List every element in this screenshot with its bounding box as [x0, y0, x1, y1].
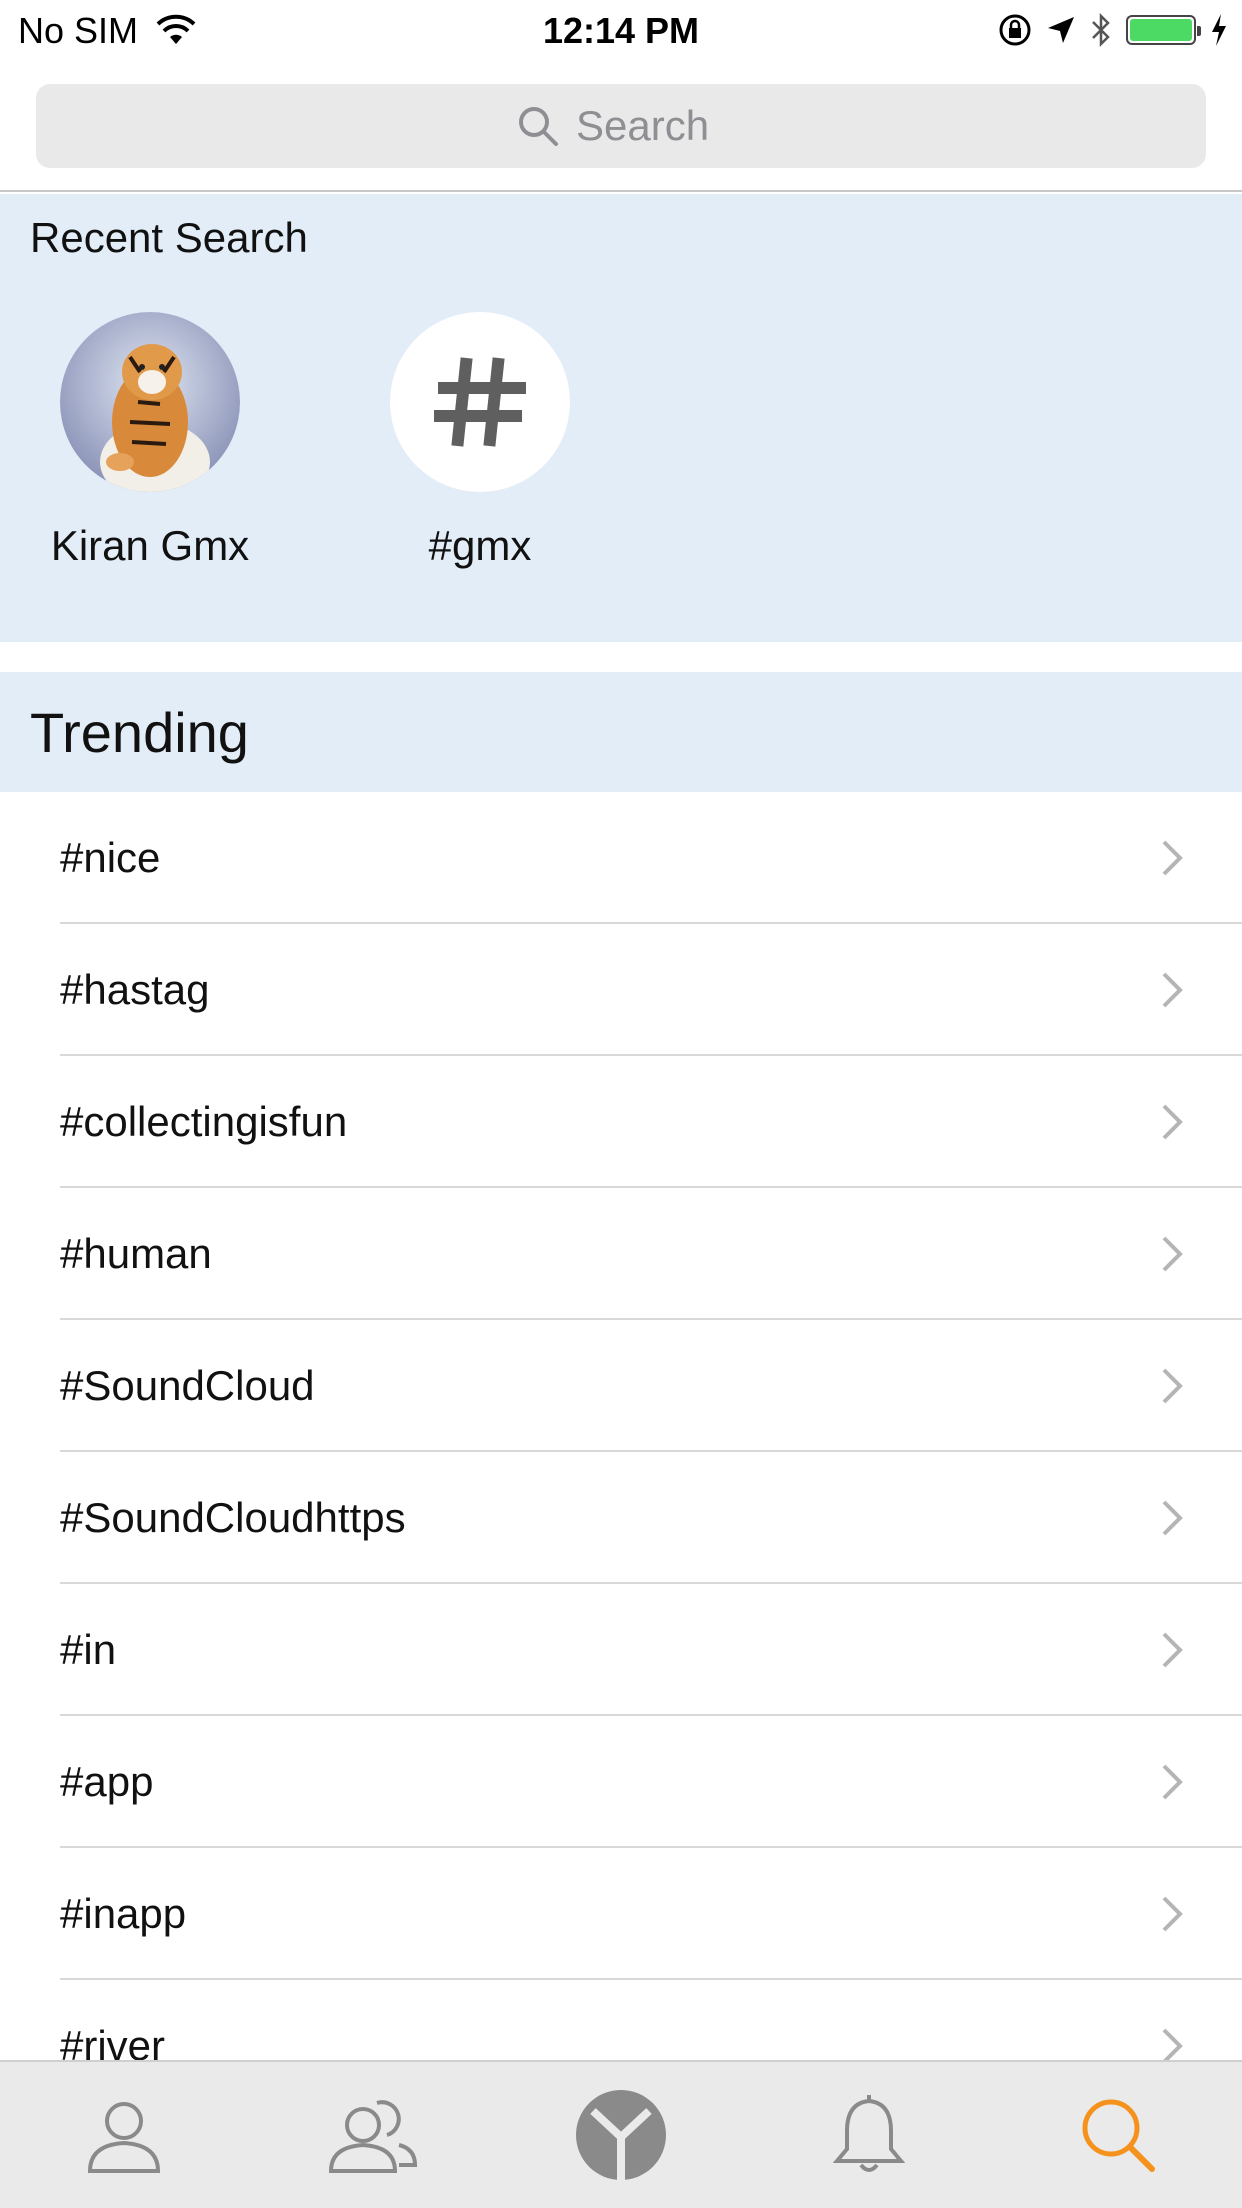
tab-profile[interactable] [0, 2062, 248, 2208]
search-icon [519, 107, 558, 146]
trending-row[interactable]: #app [0, 1716, 1242, 1848]
chevron-right-icon [1162, 840, 1183, 876]
status-bar: No SIM 12:14 PM [0, 0, 1242, 62]
charging-bolt-icon [1212, 14, 1226, 46]
trending-hashtag-label: #SoundCloudhttps [60, 1494, 406, 1541]
trending-list: #nice #hastag #collectingisfun #human #Sound… [0, 792, 1242, 2060]
chevron-right-icon [1162, 1368, 1183, 1404]
chevron-right-icon [1162, 1500, 1183, 1536]
tab-bar [0, 2060, 1242, 2208]
location-arrow-icon [1048, 17, 1074, 43]
chevron-right-icon [1162, 972, 1183, 1008]
recent-search-section: Recent Search Kiran Gmx #gmx [0, 194, 1242, 642]
search-bar [0, 62, 1242, 192]
tab-search[interactable] [994, 2062, 1242, 2208]
friends-icon [328, 2100, 417, 2173]
trending-row[interactable]: #collectingisfun [0, 1056, 1242, 1188]
recent-item-label: Kiran Gmx [50, 522, 250, 569]
trending-hashtag-label: #SoundCloud [60, 1362, 315, 1409]
trending-row[interactable]: #SoundCloud [0, 1320, 1242, 1452]
chevron-right-icon [1162, 1104, 1183, 1140]
trending-row[interactable]: #nice [0, 792, 1242, 924]
battery-icon [1126, 15, 1201, 45]
trending-hashtag-label: #inapp [60, 1890, 187, 1937]
chevron-right-icon [1162, 2028, 1183, 2060]
tab-home[interactable] [497, 2062, 745, 2208]
home-logo-icon [575, 2090, 666, 2181]
chevron-right-icon [1162, 1632, 1183, 1668]
tab-friends[interactable] [248, 2062, 496, 2208]
hashtag-icon [434, 357, 526, 447]
chevron-right-icon [1162, 1896, 1183, 1932]
trending-hashtag-label: #hastag [60, 966, 210, 1013]
avatar [60, 312, 240, 492]
recent-item-label: #gmx [428, 522, 532, 569]
trending-row[interactable]: #in [0, 1584, 1242, 1716]
bluetooth-icon [1092, 12, 1110, 48]
trending-hashtag-label: #app [60, 1758, 154, 1805]
notifications-bell-icon [833, 2095, 906, 2172]
trending-hashtag-label: #river [60, 2022, 166, 2060]
trending-row[interactable]: #human [0, 1188, 1242, 1320]
recent-search-title: Recent Search [30, 214, 308, 261]
recent-item-hashtag[interactable]: #gmx [360, 312, 600, 570]
trending-hashtag-label: #in [60, 1626, 117, 1673]
chevron-right-icon [1162, 1764, 1183, 1800]
trending-row[interactable]: #SoundCloudhttps [0, 1452, 1242, 1584]
tab-notifications[interactable] [745, 2062, 993, 2208]
profile-icon [88, 2102, 161, 2173]
trending-row[interactable]: #river [0, 1980, 1242, 2060]
trending-hashtag-label: #human [60, 1230, 212, 1277]
trending-hashtag-label: #nice [60, 834, 161, 881]
search-icon [1082, 2099, 1155, 2172]
search-field-container[interactable] [36, 84, 1206, 168]
trending-row[interactable]: #inapp [0, 1848, 1242, 1980]
recent-item-user[interactable]: Kiran Gmx [30, 312, 270, 570]
trending-hashtag-label: #collectingisfun [60, 1098, 348, 1145]
trending-row[interactable]: #hastag [0, 924, 1242, 1056]
trending-title: Trending [30, 701, 249, 764]
trending-header: Trending [0, 672, 1242, 792]
orientation-lock-icon [999, 14, 1031, 46]
battery-level [1130, 19, 1192, 41]
chevron-right-icon [1162, 1236, 1183, 1272]
tiger-avatar-image [60, 312, 240, 492]
hashtag-avatar [390, 312, 570, 492]
search-input[interactable] [576, 102, 726, 150]
